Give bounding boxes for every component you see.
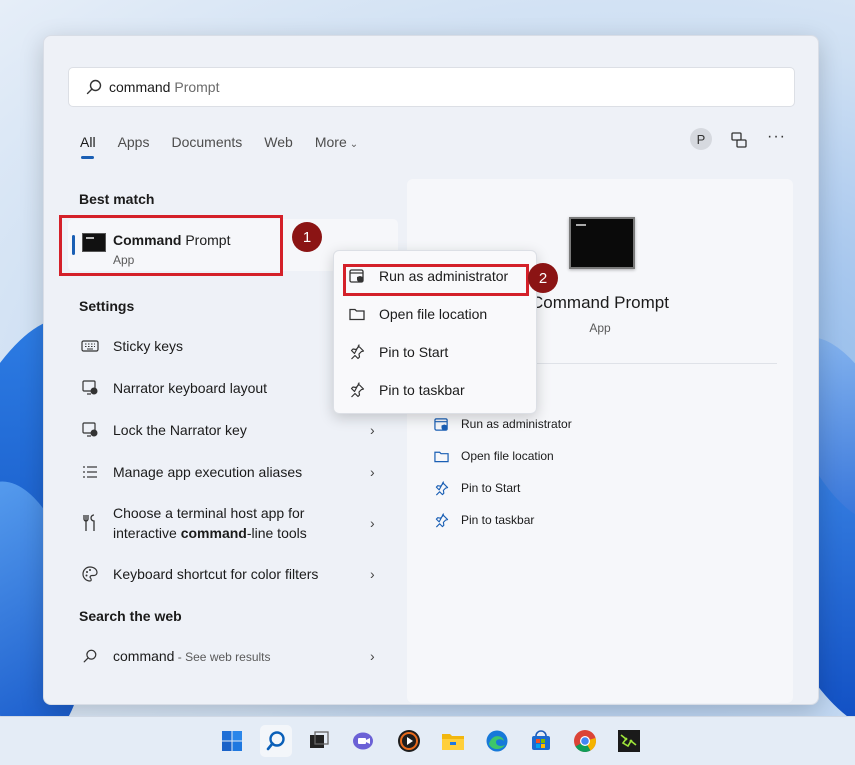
search-icon[interactable]: [260, 725, 292, 757]
search-icon: [80, 646, 100, 666]
windows-start-icon[interactable]: [216, 725, 248, 757]
settings-item-color-filters[interactable]: Keyboard shortcut for color filters ›: [80, 555, 380, 593]
filter-tabs: All Apps Documents Web More ⌄: [80, 134, 380, 159]
narrator-icon: [80, 420, 100, 440]
pin-icon: [433, 480, 449, 496]
taskbar: [0, 716, 855, 765]
tab-more[interactable]: More ⌄: [315, 134, 358, 150]
search-autocomplete: Prompt: [170, 79, 220, 95]
chevron-right-icon: ›: [370, 464, 375, 480]
menu-item-label: Pin to taskbar: [379, 382, 465, 398]
preview-action-open-location[interactable]: Open file location: [433, 448, 554, 464]
pin-icon: [348, 381, 366, 399]
menu-item-label: Pin to Start: [379, 344, 449, 360]
folder-icon: [433, 448, 449, 464]
tab-all[interactable]: All: [80, 134, 96, 159]
web-search-result[interactable]: command - See web results ›: [80, 637, 380, 675]
settings-item-label: Lock the Narrator key: [113, 422, 247, 438]
file-explorer-icon[interactable]: [437, 725, 469, 757]
settings-item-terminal-host[interactable]: Choose a terminal host app for interacti…: [80, 495, 380, 551]
list-icon: [80, 462, 100, 482]
highlight-box: [343, 264, 529, 296]
search-web-heading: Search the web: [79, 608, 182, 624]
shield-icon: [433, 416, 449, 432]
tab-web[interactable]: Web: [264, 134, 293, 150]
media-player-icon[interactable]: [393, 725, 425, 757]
tab-apps[interactable]: Apps: [118, 134, 150, 150]
step-badge-2: 2: [528, 263, 558, 293]
settings-item-label: Manage app execution aliases: [113, 464, 303, 480]
search-box[interactable]: command Prompt: [68, 67, 795, 107]
tab-more-label: More: [314, 134, 347, 150]
chat-icon[interactable]: [347, 725, 379, 757]
chevron-right-icon: ›: [370, 422, 375, 438]
action-label: Run as administrator: [461, 417, 572, 431]
command-prompt-icon: [569, 217, 635, 269]
action-label: Pin to taskbar: [461, 513, 535, 527]
store-icon[interactable]: [525, 725, 557, 757]
chevron-right-icon: ›: [370, 566, 375, 582]
chrome-icon[interactable]: [569, 725, 601, 757]
menu-item-open-file-location[interactable]: Open file location: [348, 303, 487, 325]
chevron-down-icon: ⌄: [349, 139, 359, 150]
search-query: command: [109, 79, 171, 95]
settings-item-label: Keyboard shortcut for color filters: [113, 566, 319, 582]
edge-icon[interactable]: [481, 725, 513, 757]
settings-item-lock-narrator[interactable]: Lock the Narrator key ›: [80, 411, 380, 449]
step-badge-1: 1: [292, 222, 322, 252]
keyboard-icon: [80, 336, 100, 356]
tools-icon: [80, 513, 100, 533]
menu-item-label: Open file location: [379, 306, 488, 322]
task-view-icon[interactable]: [303, 725, 335, 757]
action-label: Pin to Start: [461, 481, 521, 495]
highlight-box: [59, 215, 283, 276]
web-search-label: command - See web results: [113, 647, 271, 664]
search-icon: [86, 79, 102, 95]
chevron-right-icon: ›: [370, 648, 375, 664]
settings-item-app-aliases[interactable]: Manage app execution aliases ›: [80, 453, 380, 491]
pin-icon: [433, 512, 449, 528]
preview-action-pin-start[interactable]: Pin to Start: [433, 480, 520, 496]
palette-icon: [80, 564, 100, 584]
chevron-right-icon: ›: [370, 515, 375, 531]
app-icon[interactable]: [613, 725, 645, 757]
folder-icon: [348, 305, 366, 323]
best-match-heading: Best match: [79, 191, 155, 207]
device-search-icon[interactable]: [730, 131, 748, 149]
narrator-icon: [80, 378, 100, 398]
settings-heading: Settings: [79, 298, 135, 314]
preview-action-run-admin[interactable]: Run as administrator: [433, 416, 572, 432]
action-label: Open file location: [461, 449, 554, 463]
tab-documents[interactable]: Documents: [171, 134, 242, 150]
more-options-icon[interactable]: ···: [767, 128, 786, 146]
avatar[interactable]: P: [690, 128, 712, 150]
menu-item-pin-to-start[interactable]: Pin to Start: [348, 341, 448, 363]
settings-item-label: Choose a terminal host app for interacti…: [113, 505, 307, 541]
pin-icon: [348, 343, 366, 361]
menu-item-pin-to-taskbar[interactable]: Pin to taskbar: [348, 379, 465, 401]
preview-action-pin-taskbar[interactable]: Pin to taskbar: [433, 512, 534, 528]
